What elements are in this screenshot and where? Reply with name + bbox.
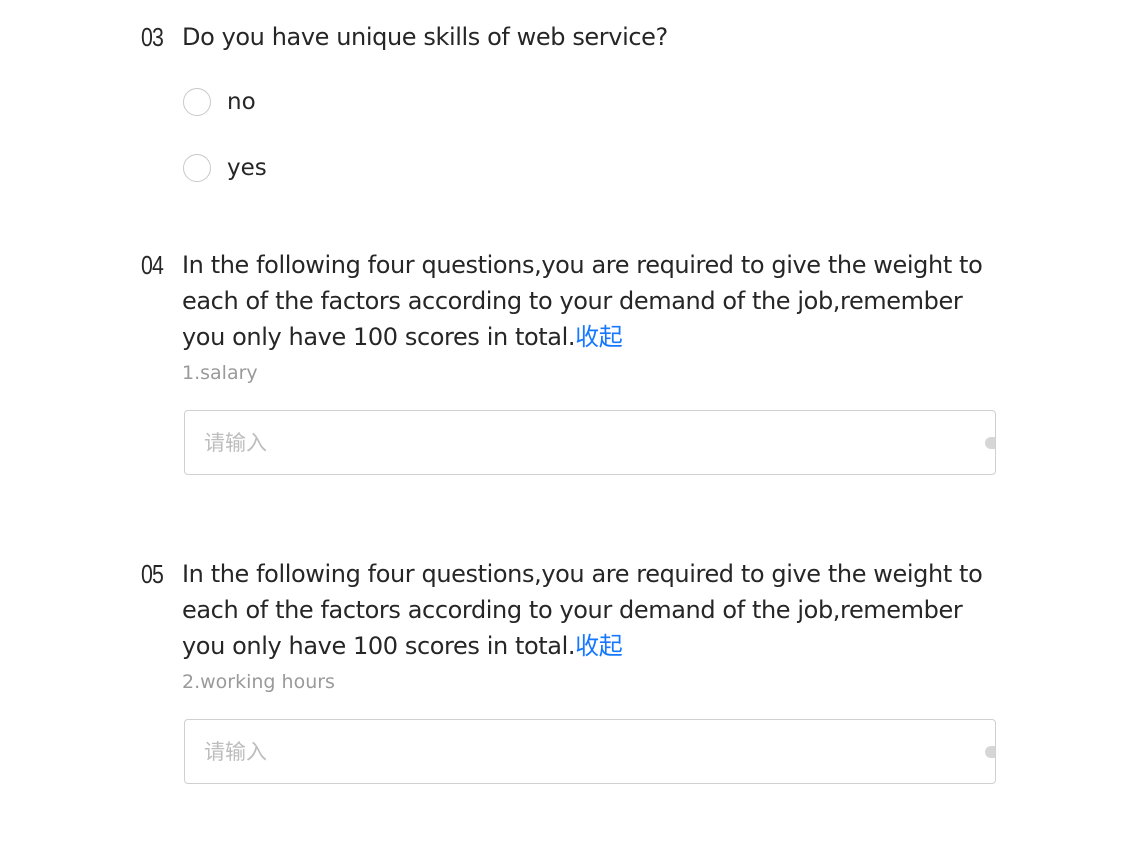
working-hours-input[interactable]	[185, 720, 995, 783]
option-no[interactable]: no	[183, 69, 1011, 135]
question-05: 05 In the following four questions,you a…	[141, 556, 1011, 784]
scroll-handle-icon[interactable]	[985, 746, 995, 758]
collapse-link[interactable]: 收起	[575, 323, 623, 351]
option-yes[interactable]: yes	[183, 135, 1011, 201]
working-hours-input-container	[184, 719, 996, 784]
collapse-link[interactable]: 收起	[575, 632, 623, 660]
radio-circle-icon[interactable]	[183, 88, 211, 116]
question-03: 03 Do you have unique skills of web serv…	[141, 19, 1011, 201]
radio-circle-icon[interactable]	[183, 154, 211, 182]
option-label: no	[227, 89, 256, 115]
question-title: In the following four questions,you are …	[182, 556, 1002, 664]
salary-input[interactable]	[185, 411, 995, 474]
question-title: In the following four questions,you are …	[182, 247, 1002, 355]
question-04: 04 In the following four questions,you a…	[141, 247, 1011, 475]
sub-label-salary: 1.salary	[182, 362, 258, 384]
question-header: 05 In the following four questions,you a…	[141, 556, 1011, 664]
question-number: 03	[141, 22, 164, 52]
question-number: 04	[141, 250, 164, 280]
question-header: 04 In the following four questions,you a…	[141, 247, 1011, 355]
sub-label-working-hours: 2.working hours	[182, 671, 335, 693]
question-header: 03 Do you have unique skills of web serv…	[141, 19, 1011, 55]
option-label: yes	[227, 155, 267, 181]
radio-group: no yes	[183, 69, 1011, 201]
question-title: Do you have unique skills of web service…	[182, 23, 668, 51]
salary-input-container	[184, 410, 996, 475]
scroll-handle-icon[interactable]	[985, 437, 995, 449]
question-number: 05	[141, 559, 164, 589]
